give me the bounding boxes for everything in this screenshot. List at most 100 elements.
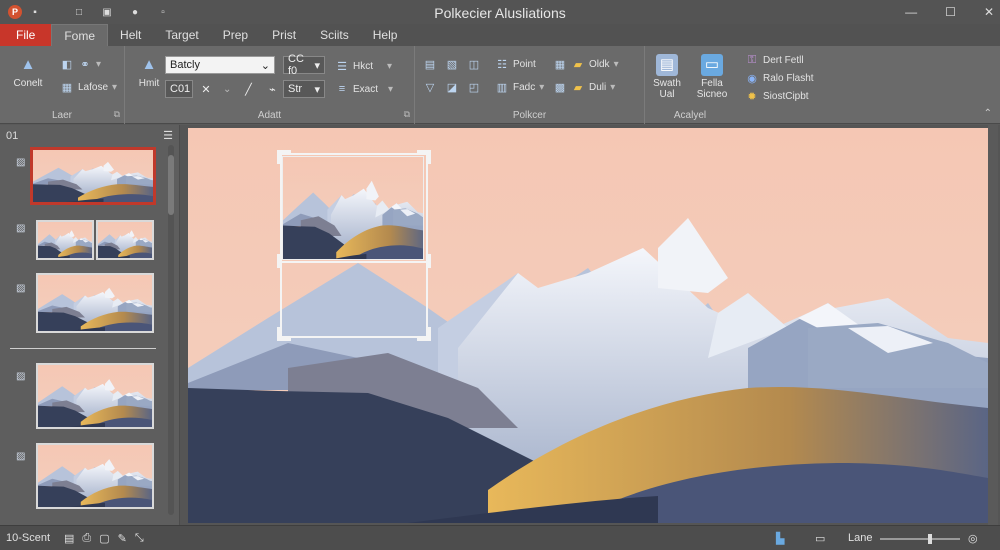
tab-helt[interactable]: Helt bbox=[108, 24, 153, 46]
convert-button[interactable]: ▲ Conelt bbox=[6, 48, 50, 89]
font-small-box[interactable]: C01 bbox=[165, 80, 193, 98]
swath-button[interactable]: ▤ Swath Ual bbox=[645, 48, 689, 100]
resize-handle-top-left[interactable] bbox=[277, 150, 291, 164]
zoom-slider[interactable] bbox=[880, 538, 960, 540]
crop-icon[interactable]: ◪ bbox=[445, 80, 459, 94]
tab-prist[interactable]: Prist bbox=[260, 24, 308, 46]
fella-button[interactable]: ▭ Fella Sicneo bbox=[690, 48, 734, 100]
panel-menu-icon[interactable]: ☰ bbox=[163, 129, 173, 142]
notes-icon[interactable]: ▢ bbox=[99, 532, 109, 545]
collapse-ribbon-icon[interactable]: ⌃ bbox=[984, 108, 992, 119]
resize-icon[interactable]: ◰ bbox=[467, 80, 481, 94]
resize-handle-middle-left[interactable] bbox=[277, 254, 287, 268]
lock-icon: ⚿ bbox=[747, 53, 757, 66]
minimize-icon[interactable]: — bbox=[905, 5, 917, 19]
tab-help[interactable]: Help bbox=[361, 24, 410, 46]
hkct-button[interactable]: ☰ Hkct ▾ bbox=[335, 58, 392, 74]
tab-file[interactable]: File bbox=[0, 24, 52, 46]
crop-divider bbox=[280, 261, 428, 263]
thumbnail-image bbox=[98, 222, 152, 258]
font-size-dropdown[interactable]: CC f0 ▾ bbox=[283, 53, 325, 77]
resize-handle-top-right[interactable] bbox=[417, 150, 431, 164]
thumbnail-scrollbar[interactable] bbox=[168, 145, 174, 515]
lafose-button[interactable]: ▦ Lafose ▾ bbox=[60, 79, 117, 95]
picture-icon[interactable]: ▧ bbox=[445, 57, 459, 71]
dialog-launcher-icon[interactable]: ⧉ bbox=[404, 109, 410, 120]
oldk-button[interactable]: ▦ ▰ Oldk ▾ bbox=[553, 56, 619, 72]
dialog-launcher-icon[interactable]: ⧉ bbox=[114, 109, 120, 120]
status-bar: 10-Scent ▤ ⎙ ▢ ✎ ⤡ ▙ ▭ Lane ◎ bbox=[0, 525, 1000, 550]
exact-button[interactable]: ≡ Exact ▾ bbox=[335, 81, 393, 97]
canvas-scrollbar[interactable] bbox=[988, 125, 998, 525]
eraser-icon[interactable]: ⌁ bbox=[265, 82, 279, 96]
duli-button[interactable]: ▩ ▰ Duli ▾ bbox=[553, 79, 615, 95]
window-title: Polkecier Alusliations bbox=[434, 5, 566, 21]
slide-thumbnail-4[interactable] bbox=[36, 363, 154, 429]
edit-icon[interactable]: ✎ bbox=[118, 532, 127, 545]
tab-sciits[interactable]: Sciits bbox=[308, 24, 361, 46]
spellcheck-icon[interactable]: ▤ bbox=[64, 532, 74, 545]
align-icon: ☰ bbox=[337, 60, 347, 73]
shapes-icon: ◧ bbox=[61, 58, 73, 71]
maximize-icon[interactable]: ☐ bbox=[945, 5, 956, 19]
folder-open-icon: ▰ bbox=[573, 81, 583, 94]
slide-thumbnail-2a[interactable] bbox=[36, 220, 94, 260]
zoom-slider-knob[interactable] bbox=[928, 534, 932, 544]
ribbon-group-laer: ▲ Conelt ◧ ⚭ ▾ ▦ Lafose ▾ Laer ⧉ bbox=[0, 46, 125, 124]
app-logo-icon: P bbox=[8, 5, 22, 19]
record-icon[interactable]: ● bbox=[128, 5, 142, 19]
save-icon[interactable]: ▪ bbox=[28, 5, 42, 19]
triangle-outline-icon[interactable]: ▽ bbox=[423, 80, 437, 94]
slide-thumbnail-3[interactable] bbox=[36, 273, 154, 333]
slide-marker-icon: ▨ bbox=[16, 223, 26, 234]
slide-thumbnail-5[interactable] bbox=[36, 443, 154, 509]
slide-marker-icon: ▨ bbox=[16, 371, 26, 382]
slide-canvas[interactable] bbox=[188, 128, 988, 523]
group-label-acalyel: Acalyel bbox=[673, 110, 707, 121]
style-dropdown[interactable]: Str ▾ bbox=[283, 80, 325, 98]
triangle-shape-icon: ▲ bbox=[20, 56, 36, 73]
font-name-dropdown[interactable]: Batcly ⌄ bbox=[165, 56, 275, 74]
close-icon[interactable]: ✕ bbox=[984, 5, 994, 19]
tab-target[interactable]: Target bbox=[153, 24, 210, 46]
undo-icon[interactable]: □ bbox=[72, 5, 86, 19]
resize-handle-bottom-right[interactable] bbox=[417, 327, 431, 341]
grid-select-icon: ▩ bbox=[554, 81, 566, 94]
normal-view-icon[interactable]: ▙ bbox=[776, 532, 784, 545]
fadc-button[interactable]: ▥ Fadc ▾ bbox=[495, 79, 544, 95]
clear-format-icon[interactable]: ✕ bbox=[199, 82, 213, 96]
shape-insert-icon[interactable]: ◫ bbox=[467, 57, 481, 71]
ralo-flasht-item[interactable]: ◉ Ralo Flasht bbox=[745, 70, 813, 86]
customize-icon[interactable]: ▫ bbox=[156, 5, 170, 19]
slide-sorter-icon[interactable]: ▭ bbox=[815, 532, 825, 545]
tab-home[interactable]: Fome bbox=[51, 24, 109, 46]
table-icon: ▦ bbox=[554, 58, 566, 71]
new-slide-icon[interactable]: ▤ bbox=[423, 57, 437, 71]
slide-thumbnail-1[interactable] bbox=[30, 147, 156, 205]
resize-handle-middle-right[interactable] bbox=[421, 254, 431, 268]
dert-fetll-item[interactable]: ⚿ Dert Fetll bbox=[745, 52, 804, 68]
point-button[interactable]: ☷ Point bbox=[495, 56, 536, 72]
group-label-adatt: Adatt bbox=[257, 110, 282, 121]
slide-marker-icon: ▨ bbox=[16, 283, 26, 294]
siostcipbt-item[interactable]: ✹ SiostCipbt bbox=[745, 88, 808, 104]
fit-to-window-icon[interactable]: ◎ bbox=[968, 532, 978, 545]
chevron-down-icon: ⌄ bbox=[260, 59, 270, 72]
layout-tools[interactable]: ◧ ⚭ ▾ bbox=[60, 56, 101, 72]
lightbulb-icon: ✹ bbox=[747, 90, 757, 103]
grid-icon: ▦ bbox=[61, 81, 73, 94]
slide-thumbnail-2b[interactable] bbox=[96, 220, 154, 260]
language-icon[interactable]: ⎙ bbox=[82, 532, 91, 545]
selection-frame[interactable] bbox=[280, 153, 428, 338]
status-tools: ▤ ⎙ ▢ ✎ ⤡ bbox=[64, 532, 144, 545]
redo-icon[interactable]: ▣ bbox=[100, 5, 114, 19]
pen-icon[interactable]: ╱ bbox=[241, 82, 255, 96]
ribbon: ▲ Conelt ◧ ⚭ ▾ ▦ Lafose ▾ Laer ⧉ ▲ Hmit bbox=[0, 46, 1000, 124]
chevron-down-icon: ▾ bbox=[314, 59, 320, 72]
tab-prep[interactable]: Prep bbox=[211, 24, 260, 46]
accessibility-icon[interactable]: ⤡ bbox=[135, 532, 144, 545]
resize-handle-bottom-left[interactable] bbox=[277, 327, 291, 341]
slide-marker-icon: ▨ bbox=[16, 451, 26, 462]
thumbnail-image bbox=[38, 275, 152, 331]
scrollbar-thumb[interactable] bbox=[168, 155, 174, 215]
